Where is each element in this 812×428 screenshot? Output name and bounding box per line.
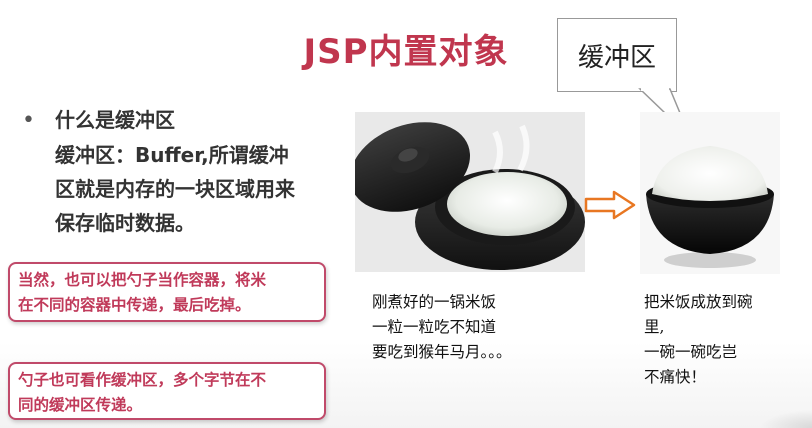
bullet-dot: • [22, 108, 35, 133]
definition-line: 区就是内存的一块区域用来 [55, 177, 295, 201]
caption-line: 把米饭成放到碗 [644, 293, 753, 311]
bullet-heading: 什么是缓冲区 [55, 108, 175, 132]
caption-line: 要吃到猴年马月。。。 [372, 343, 512, 361]
caption-line: 刚煮好的一锅米饭 [372, 293, 497, 311]
callout-text: 缓冲区 [577, 42, 656, 73]
page-curl-shadow [760, 410, 812, 428]
caption-line: 一粒一粒吃不知道 [372, 318, 497, 336]
caption-line: 不痛快！ [644, 368, 707, 386]
note-line: 在不同的容器中传递，最后吃掉。 [18, 296, 251, 314]
rice-pot-image [355, 112, 585, 272]
buffer-callout: 缓冲区 [557, 18, 677, 92]
pot-caption: 刚煮好的一锅米饭 一粒一粒吃不知道 要吃到猴年马月。。。 [372, 290, 572, 365]
caption-line: 一碗一碗吃岂 [644, 343, 738, 361]
right-arrow-icon [584, 190, 636, 220]
slide-title: JSP内置对象 [303, 32, 509, 72]
definition-line: 保存临时数据。 [55, 211, 195, 235]
note-line: 当然，也可以把勺子当作容器，将米 [18, 271, 267, 289]
note-line: 同的缓冲区传递。 [18, 396, 143, 414]
bowl-caption: 把米饭成放到碗 里, 一碗一碗吃岂 不痛快！ [644, 290, 784, 390]
caption-line: 里, [644, 318, 665, 336]
spoon-buffer-note: 勺子也可看作缓冲区，多个字节在不 同的缓冲区传递。 [8, 362, 326, 420]
spoon-container-note: 当然，也可以把勺子当作容器，将米 在不同的容器中传递，最后吃掉。 [8, 262, 326, 322]
definition-line: 缓冲区：Buffer,所谓缓冲 [55, 143, 289, 167]
note-line: 勺子也可看作缓冲区，多个字节在不 [18, 371, 267, 389]
buffer-definition: 缓冲区：Buffer,所谓缓冲 区就是内存的一块区域用来 保存临时数据。 [55, 138, 345, 240]
rice-bowl-image [640, 112, 780, 274]
